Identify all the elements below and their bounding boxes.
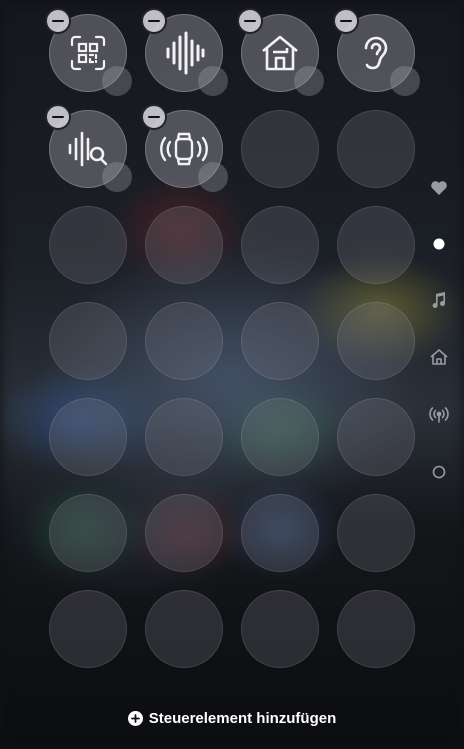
resize-handle[interactable] (294, 66, 324, 96)
empty-slot (241, 302, 319, 380)
remove-control-button[interactable] (141, 8, 167, 34)
remove-control-button[interactable] (45, 104, 71, 130)
remove-control-button[interactable] (45, 8, 71, 34)
empty-slot (145, 398, 223, 476)
empty-slot (337, 110, 415, 188)
empty-slot (49, 590, 127, 668)
empty-slot (337, 302, 415, 380)
empty-slot (49, 398, 127, 476)
heart-icon[interactable] (428, 177, 450, 199)
resize-handle[interactable] (198, 66, 228, 96)
empty-slot (145, 302, 223, 380)
current-page-dot[interactable] (428, 233, 450, 255)
add-control-button[interactable]: Steuerelement hinzufügen (0, 706, 464, 730)
resize-handle[interactable] (390, 66, 420, 96)
resize-handle[interactable] (198, 162, 228, 192)
resize-handle[interactable] (102, 162, 132, 192)
empty-slot (241, 494, 319, 572)
empty-slot (241, 398, 319, 476)
minus-icon (148, 19, 160, 23)
empty-slot (241, 110, 319, 188)
empty-slot (145, 206, 223, 284)
empty-slot (49, 494, 127, 572)
remove-control-button[interactable] (237, 8, 263, 34)
empty-slot (241, 590, 319, 668)
empty-slot (337, 398, 415, 476)
empty-slot (337, 206, 415, 284)
add-control-label: Steuerelement hinzufügen (148, 709, 337, 727)
empty-slot (145, 494, 223, 572)
empty-slot (49, 302, 127, 380)
minus-icon (340, 19, 352, 23)
music-note-icon[interactable] (428, 289, 450, 311)
empty-slot (145, 590, 223, 668)
empty-slot (337, 494, 415, 572)
minus-icon (244, 19, 256, 23)
empty-slot (337, 590, 415, 668)
plus-circle-icon (127, 710, 143, 726)
empty-page-circle[interactable] (428, 461, 450, 483)
minus-icon (52, 19, 64, 23)
remove-control-button[interactable] (141, 104, 167, 130)
minus-icon (148, 115, 160, 119)
empty-slot (49, 206, 127, 284)
home-outline-icon[interactable] (428, 346, 450, 368)
minus-icon (52, 115, 64, 119)
remove-control-button[interactable] (333, 8, 359, 34)
empty-slot (241, 206, 319, 284)
broadcast-icon[interactable] (428, 404, 450, 426)
resize-handle[interactable] (102, 66, 132, 96)
